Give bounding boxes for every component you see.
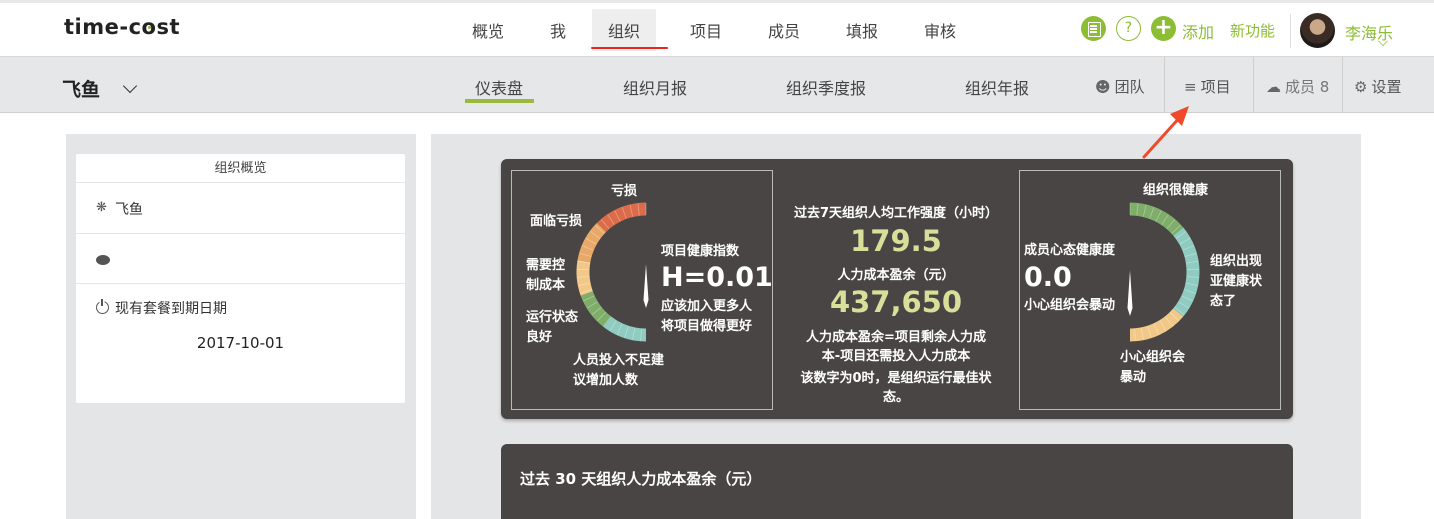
- annotation-arrow: [1142, 106, 1189, 159]
